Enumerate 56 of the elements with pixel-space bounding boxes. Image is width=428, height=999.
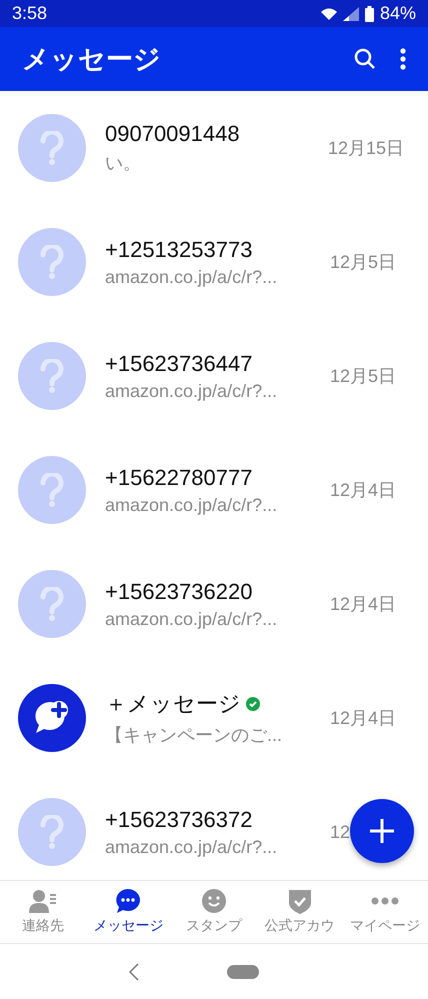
nav-tab[interactable]: マイページ xyxy=(342,881,428,943)
message-preview: amazon.co.jp/a/c/r?... xyxy=(105,608,278,630)
conversation-row[interactable]: +15623736447 amazon.co.jp/a/c/r?... 12月5日 xyxy=(0,319,428,433)
status-time: 3:58 xyxy=(12,3,48,24)
back-icon[interactable] xyxy=(129,962,139,980)
conversation-row[interactable]: 09070091448 い。 12月15日 xyxy=(0,91,428,205)
message-date: 12月15日 xyxy=(328,137,404,160)
contact-name: +15623736220 xyxy=(105,578,252,604)
conversation-row[interactable]: +12513253773 amazon.co.jp/a/c/r?... 12月5日 xyxy=(0,205,428,319)
home-pill-icon[interactable] xyxy=(227,964,259,978)
plus-icon xyxy=(369,818,395,844)
chat-bubble-icon xyxy=(115,888,142,914)
battery-percent: 84% xyxy=(380,3,416,24)
nav-tab[interactable]: スタンプ xyxy=(171,881,257,943)
message-date: 12 xyxy=(330,822,350,842)
message-date: 12月4日 xyxy=(330,479,396,502)
question-mark-icon xyxy=(40,587,64,621)
more-dots-icon xyxy=(371,897,400,905)
contact-name: +12513253773 xyxy=(105,236,252,262)
nav-tab[interactable]: 連絡先 xyxy=(0,881,86,943)
message-preview: amazon.co.jp/a/c/r?... xyxy=(105,836,278,858)
contact-name: +15622780777 xyxy=(105,464,252,490)
battery-icon xyxy=(364,6,374,22)
contact-name: +15623736447 xyxy=(105,350,252,376)
conversation-row[interactable]: +15622780777 amazon.co.jp/a/c/r?... 12月4日 xyxy=(0,433,428,547)
search-icon xyxy=(354,48,376,70)
message-preview: amazon.co.jp/a/c/r?... xyxy=(105,266,278,288)
message-date: 12月5日 xyxy=(330,251,396,274)
new-message-button[interactable] xyxy=(350,799,414,863)
message-preview: い。 xyxy=(105,152,142,175)
smiley-icon xyxy=(202,889,226,913)
nav-tab[interactable]: 公式アカウ xyxy=(256,881,342,943)
contact-name: ＋メッセージ xyxy=(105,690,241,718)
conversation-row[interactable]: ＋メッセージ 【キャンペーンのご... 12月4日 xyxy=(0,661,428,775)
contact-name: +15623736372 xyxy=(105,806,252,832)
message-preview: amazon.co.jp/a/c/r?... xyxy=(105,380,278,402)
contact-name: 09070091448 xyxy=(105,121,240,147)
question-mark-icon xyxy=(40,245,64,279)
wifi-icon xyxy=(320,8,337,20)
question-mark-icon xyxy=(40,815,64,849)
app-title: メッセージ xyxy=(22,43,162,77)
message-preview: amazon.co.jp/a/c/r?... xyxy=(105,494,278,516)
more-vertical-icon xyxy=(400,48,406,70)
question-mark-icon xyxy=(40,473,64,507)
shield-check-icon xyxy=(288,888,311,914)
question-mark-icon xyxy=(40,131,64,165)
contact-list-icon xyxy=(28,889,57,913)
message-date: 12月4日 xyxy=(330,593,396,616)
message-date: 12月5日 xyxy=(330,365,396,388)
conversation-row[interactable]: +15623736372 amazon.co.jp/a/c/r?... 12 xyxy=(0,775,428,880)
nav-tab[interactable]: メッセージ xyxy=(86,881,172,943)
signal-icon xyxy=(342,6,359,20)
question-mark-icon xyxy=(40,359,64,393)
message-date: 12月4日 xyxy=(330,707,396,730)
message-preview: 【キャンペーンのご... xyxy=(105,724,284,747)
conversation-row[interactable]: +15623736220 amazon.co.jp/a/c/r?... 12月4日 xyxy=(0,547,428,661)
